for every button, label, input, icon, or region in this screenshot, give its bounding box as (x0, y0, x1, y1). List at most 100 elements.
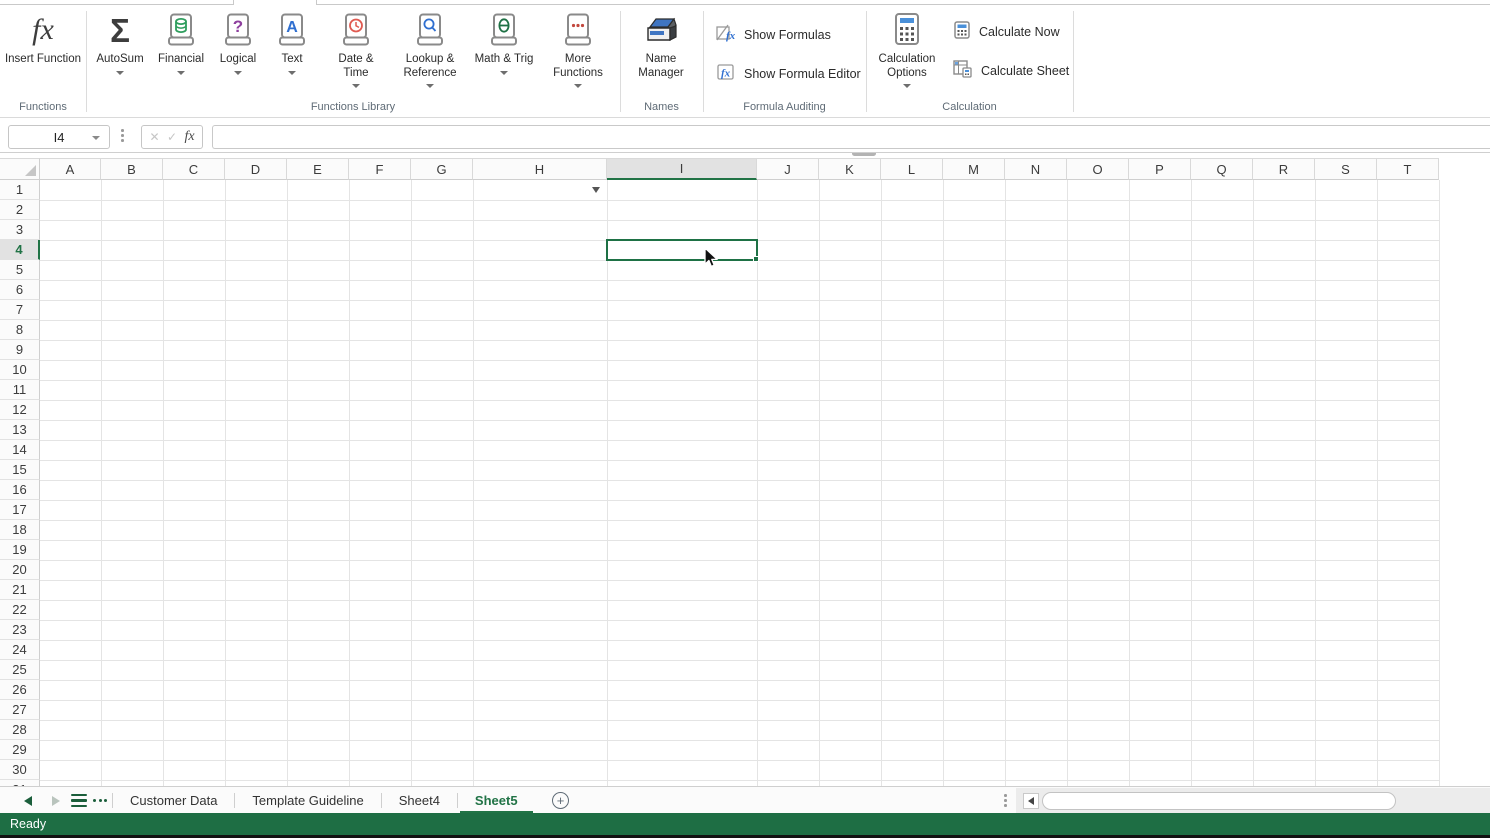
cancel-icon[interactable]: ✕ (149, 130, 159, 144)
formula-input[interactable] (212, 125, 1490, 149)
row-header-28[interactable]: 28 (0, 720, 40, 740)
sheet-tab-customer-data[interactable]: Customer Data (113, 787, 234, 814)
column-header-O[interactable]: O (1067, 158, 1129, 180)
name-manager-button[interactable]: Name Manager (626, 9, 696, 80)
lookup-reference-button[interactable]: Lookup & Reference (393, 9, 467, 88)
button-label: Logical (220, 53, 256, 67)
text-button[interactable]: A Text (270, 9, 314, 75)
row-header-27[interactable]: 27 (0, 700, 40, 720)
row-header-10[interactable]: 10 (0, 360, 40, 380)
row-header-20[interactable]: 20 (0, 560, 40, 580)
row-header-4[interactable]: 4 (0, 240, 40, 260)
spreadsheet-grid[interactable]: ABCDEFGHIJKLMNOPQRST 1234567891011121314… (0, 153, 1490, 786)
row-header-9[interactable]: 9 (0, 340, 40, 360)
math-trig-button[interactable]: Math & Trig (466, 9, 542, 75)
button-label: Date & Time (326, 53, 386, 80)
column-header-C[interactable]: C (163, 158, 225, 180)
row-header-13[interactable]: 13 (0, 420, 40, 440)
row-header-21[interactable]: 21 (0, 580, 40, 600)
formula-bar-drag-handle-icon[interactable] (121, 129, 124, 142)
column-header-D[interactable]: D (225, 158, 287, 180)
row-header-1[interactable]: 1 (0, 180, 40, 200)
sheet-tab-sheet4[interactable]: Sheet4 (382, 787, 457, 814)
show-formulas-button[interactable]: fx Show Formulas (716, 25, 831, 45)
calculation-options-icon (892, 9, 922, 51)
fill-handle[interactable] (753, 256, 759, 262)
prev-sheet-button[interactable] (20, 787, 36, 814)
financial-button[interactable]: Financial (152, 9, 210, 75)
chevron-down-icon (352, 84, 360, 88)
row-header-19[interactable]: 19 (0, 540, 40, 560)
column-header-N[interactable]: N (1005, 158, 1067, 180)
gridline-horizontal (40, 420, 1439, 421)
sheet-tab-sheet5[interactable]: Sheet5 (458, 787, 535, 814)
group-label-functions-library: Functions Library (86, 99, 620, 115)
row-header-23[interactable]: 23 (0, 620, 40, 640)
horizontal-scrollbar-thumb[interactable] (1042, 792, 1396, 810)
enter-icon[interactable]: ✓ (167, 130, 177, 144)
sheet-tab-template-guideline[interactable]: Template Guideline (235, 787, 380, 814)
column-header-I[interactable]: I (607, 158, 757, 180)
row-header-30[interactable]: 30 (0, 760, 40, 780)
column-header-K[interactable]: K (819, 158, 881, 180)
show-formula-editor-button[interactable]: fx Show Formula Editor (716, 64, 861, 84)
column-header-Q[interactable]: Q (1191, 158, 1253, 180)
logical-button[interactable]: ? Logical (212, 9, 264, 75)
row-header-7[interactable]: 7 (0, 300, 40, 320)
autosum-button[interactable]: Σ AutoSum (88, 9, 152, 75)
sheet-list-button[interactable] (70, 787, 88, 814)
column-header-M[interactable]: M (943, 158, 1005, 180)
row-header-8[interactable]: 8 (0, 320, 40, 340)
column-header-A[interactable]: A (40, 158, 101, 180)
gridline-vertical (1005, 180, 1006, 786)
row-header-15[interactable]: 15 (0, 460, 40, 480)
row-header-6[interactable]: 6 (0, 280, 40, 300)
row-header-3[interactable]: 3 (0, 220, 40, 240)
selected-cell-I4[interactable] (606, 239, 758, 261)
column-header-B[interactable]: B (101, 158, 163, 180)
select-all-corner[interactable] (0, 158, 40, 180)
row-header-14[interactable]: 14 (0, 440, 40, 460)
scroll-left-button[interactable] (1023, 793, 1039, 809)
row-header-5[interactable]: 5 (0, 260, 40, 280)
column-header-T[interactable]: T (1377, 158, 1439, 180)
more-sheets-button[interactable] (93, 787, 107, 814)
calculation-options-button[interactable]: Calculation Options (868, 9, 946, 88)
column-header-G[interactable]: G (411, 158, 473, 180)
row-header-24[interactable]: 24 (0, 640, 40, 660)
row-header-25[interactable]: 25 (0, 660, 40, 680)
column-header-S[interactable]: S (1315, 158, 1377, 180)
row-header-11[interactable]: 11 (0, 380, 40, 400)
add-sheet-button[interactable]: + (552, 792, 569, 809)
column-header-J[interactable]: J (757, 158, 819, 180)
split-handle[interactable] (852, 153, 876, 156)
horizontal-scrollbar[interactable] (1016, 788, 1490, 814)
calculate-sheet-button[interactable]: Calculate Sheet (953, 61, 1069, 81)
gridline-horizontal (40, 620, 1439, 621)
row-header-17[interactable]: 17 (0, 500, 40, 520)
column-header-E[interactable]: E (287, 158, 349, 180)
gridline-horizontal (40, 320, 1439, 321)
filter-dropdown-icon[interactable] (592, 187, 600, 193)
column-header-P[interactable]: P (1129, 158, 1191, 180)
row-header-26[interactable]: 26 (0, 680, 40, 700)
column-header-H[interactable]: H (473, 158, 607, 180)
column-header-R[interactable]: R (1253, 158, 1315, 180)
insert-function-button[interactable]: fx Insert Function (3, 9, 83, 67)
date-time-button[interactable]: Date & Time (326, 9, 386, 88)
more-functions-button[interactable]: More Functions (545, 9, 611, 88)
row-header-2[interactable]: 2 (0, 200, 40, 220)
row-header-18[interactable]: 18 (0, 520, 40, 540)
insert-function-icon[interactable]: fx (184, 129, 194, 145)
calculate-now-button[interactable]: Calculate Now (953, 22, 1060, 42)
row-header-22[interactable]: 22 (0, 600, 40, 620)
column-header-L[interactable]: L (881, 158, 943, 180)
row-header-16[interactable]: 16 (0, 480, 40, 500)
next-sheet-button[interactable] (48, 787, 64, 814)
tabbar-resize-handle-icon[interactable] (1004, 794, 1007, 807)
row-header-29[interactable]: 29 (0, 740, 40, 760)
name-box[interactable]: I4 (8, 125, 110, 149)
row-header-12[interactable]: 12 (0, 400, 40, 420)
group-separator (703, 11, 704, 112)
column-header-F[interactable]: F (349, 158, 411, 180)
